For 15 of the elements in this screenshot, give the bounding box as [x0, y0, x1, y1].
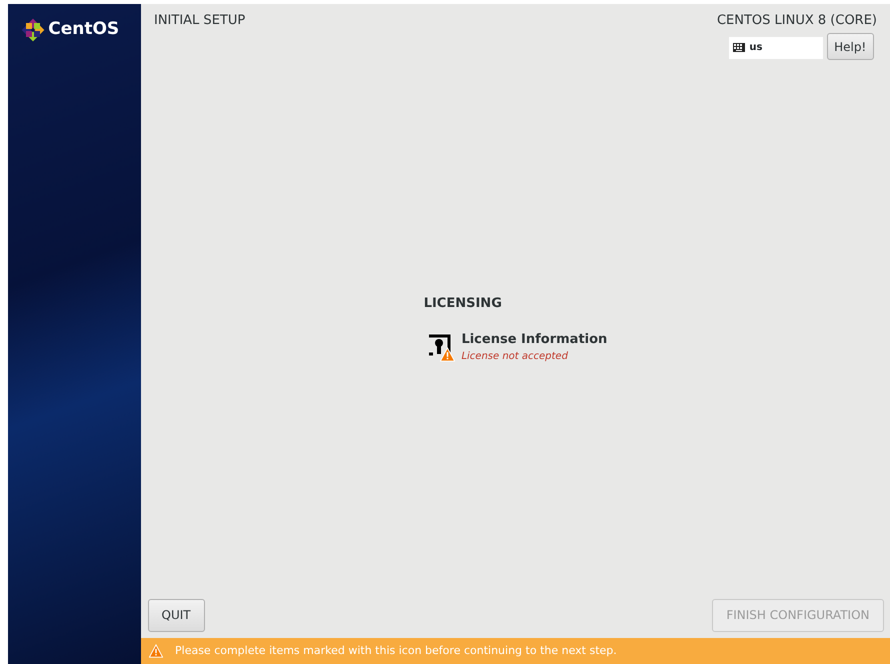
- logo-text: CentOS: [48, 18, 120, 41]
- quit-button[interactable]: QUIT: [148, 598, 205, 632]
- help-button[interactable]: Help!: [826, 33, 874, 60]
- warning-message: Please complete items marked with this icon before continuing to the next step.: [175, 642, 617, 659]
- section-title: LICENSING: [424, 295, 503, 313]
- keyboard-layout-field[interactable]: us: [729, 36, 824, 58]
- item-status: License not accepted: [461, 350, 569, 364]
- logo-icon: [21, 18, 45, 42]
- warning-icon: [149, 644, 163, 658]
- keyboard-icon: [733, 43, 746, 52]
- license-icon: [426, 334, 451, 356]
- product-name: CENTOS LINUX 8 (CORE): [716, 12, 877, 30]
- spoke-item[interactable]: License Information License not accepted: [426, 330, 608, 364]
- setup-title: INITIAL SETUP: [154, 12, 246, 30]
- item-title: License Information: [461, 330, 608, 349]
